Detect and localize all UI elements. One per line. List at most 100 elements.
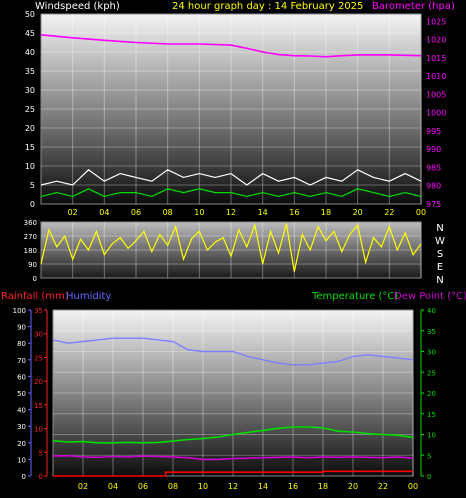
time-tick-label: 06 bbox=[138, 482, 148, 491]
barometer-tick-label: 1015 bbox=[426, 54, 446, 63]
time-tick-label: 02 bbox=[68, 208, 78, 217]
direction-tick-label: 90 bbox=[28, 261, 37, 269]
direction-tick-label: 0 bbox=[33, 275, 37, 283]
temperature-time-axis: 02 04 06 08 10 12 14 16 18 20 22 00 bbox=[78, 482, 418, 491]
graph-date-title: 24 hour graph day : 14 February 2025 bbox=[172, 1, 363, 12]
time-tick-label: 16 bbox=[288, 482, 298, 491]
humidity-tick-label: 30 bbox=[17, 423, 26, 431]
direction-tick-label: 360 bbox=[24, 219, 37, 227]
time-tick-label: 10 bbox=[194, 208, 204, 217]
humidity-tick-label: 80 bbox=[17, 340, 26, 348]
windspeed-tick-label: 50 bbox=[25, 10, 35, 19]
weather-graph-canvas: Windspeed (kph) 24 hour graph day : 14 F… bbox=[1, 1, 466, 491]
windspeed-tick-label: 10 bbox=[25, 162, 35, 171]
time-tick-label: 20 bbox=[348, 482, 358, 491]
humidity-axis: 0 10 20 30 40 50 60 70 80 90 100 bbox=[13, 307, 32, 481]
time-tick-label: 02 bbox=[78, 482, 88, 491]
rainfall-tick-label: 30 bbox=[34, 331, 43, 339]
humidity-tick-label: 90 bbox=[17, 324, 26, 332]
temperature-tick-label: 5 bbox=[427, 452, 431, 460]
barometer-tick-label: 980 bbox=[426, 182, 441, 191]
time-tick-label: 00 bbox=[416, 208, 426, 217]
temperature-axis: 0 5 10 15 20 25 30 35 40 bbox=[420, 307, 436, 481]
time-tick-label: 22 bbox=[384, 208, 394, 217]
time-tick-label: 14 bbox=[258, 482, 268, 491]
barometer-tick-label: 1005 bbox=[426, 90, 446, 99]
humidity-tick-label: 0 bbox=[22, 473, 26, 481]
barometer-tick-label: 990 bbox=[426, 145, 441, 154]
direction-tick-label: 180 bbox=[24, 247, 37, 255]
windspeed-tick-label: 15 bbox=[25, 143, 35, 152]
humidity-tick-label: 100 bbox=[13, 307, 26, 315]
time-tick-label: 20 bbox=[353, 208, 363, 217]
windspeed-axis: 0 5 10 15 20 25 30 35 40 45 50 bbox=[25, 10, 35, 209]
rainfall-tick-label: 10 bbox=[34, 426, 43, 434]
barometer-axis: 975 980 985 990 995 1000 1005 1010 1015 1020 1025 bbox=[426, 17, 446, 209]
dewpoint-title: Dew Point (°C) bbox=[394, 291, 466, 302]
time-tick-label: 08 bbox=[168, 482, 178, 491]
rainfall-tick-label: 0 bbox=[39, 473, 43, 481]
time-tick-label: 04 bbox=[99, 208, 109, 217]
time-tick-label: 18 bbox=[321, 208, 331, 217]
barometer-title: Barometer (hpa) bbox=[372, 1, 455, 12]
windspeed-tick-label: 20 bbox=[25, 124, 35, 133]
rainfall-axis: 0 5 10 15 20 25 30 35 bbox=[34, 307, 48, 481]
time-tick-label: 00 bbox=[408, 482, 418, 491]
rainfall-tick-label: 25 bbox=[34, 354, 43, 362]
compass-label-n-bottom: N bbox=[436, 275, 443, 286]
humidity-title: Humidity bbox=[66, 291, 111, 302]
compass-label-s: S bbox=[437, 249, 443, 260]
temperature-title: Temperature (°C) bbox=[311, 291, 398, 302]
wind-direction-panel: 0 90 180 270 360 N W S E N bbox=[24, 219, 445, 286]
compass-labels: N W S E N bbox=[435, 223, 445, 286]
wind-direction-axis: 0 90 180 270 360 bbox=[24, 219, 37, 283]
humidity-tick-label: 60 bbox=[17, 373, 26, 381]
barometer-tick-label: 1020 bbox=[426, 36, 446, 45]
temperature-tick-label: 20 bbox=[427, 390, 436, 398]
wind-barometer-panel: 05101520253035404550 9759809859909951000… bbox=[25, 10, 447, 217]
rainfall-title: Rainfall (mm) bbox=[1, 291, 69, 302]
direction-tick-label: 270 bbox=[24, 233, 37, 241]
time-tick-label: 06 bbox=[131, 208, 141, 217]
temperature-humidity-panel: 0 10 20 30 40 50 60 70 80 90 100 0 5 10 15 20 25 30 35 0 5… bbox=[13, 307, 436, 491]
humidity-tick-label: 40 bbox=[17, 407, 26, 415]
windspeed-tick-label: 30 bbox=[25, 86, 35, 95]
humidity-tick-label: 20 bbox=[17, 440, 26, 448]
temperature-tick-label: 30 bbox=[427, 349, 436, 357]
humidity-tick-label: 50 bbox=[17, 390, 26, 398]
time-tick-label: 16 bbox=[289, 208, 299, 217]
rainfall-tick-label: 35 bbox=[34, 307, 43, 315]
temperature-tick-label: 35 bbox=[427, 328, 436, 336]
barometer-tick-label: 1010 bbox=[426, 72, 446, 81]
temperature-tick-label: 15 bbox=[427, 411, 436, 419]
windspeed-tick-label: 35 bbox=[25, 67, 35, 76]
windspeed-tick-label: 5 bbox=[30, 181, 35, 190]
humidity-tick-label: 10 bbox=[17, 456, 26, 464]
humidity-tick-label: 70 bbox=[17, 357, 26, 365]
time-tick-label: 22 bbox=[378, 482, 388, 491]
rainfall-tick-label: 15 bbox=[34, 402, 43, 410]
windspeed-tick-label: 25 bbox=[25, 105, 35, 114]
windspeed-tick-label: 0 bbox=[30, 200, 35, 209]
time-tick-label: 12 bbox=[226, 208, 236, 217]
time-tick-label: 14 bbox=[258, 208, 268, 217]
temperature-tick-label: 10 bbox=[427, 432, 436, 440]
barometer-tick-label: 995 bbox=[426, 127, 441, 136]
time-tick-label: 04 bbox=[108, 482, 118, 491]
time-tick-label: 08 bbox=[163, 208, 173, 217]
temperature-tick-label: 40 bbox=[427, 307, 436, 315]
barometer-tick-label: 975 bbox=[426, 200, 441, 209]
barometer-tick-label: 1000 bbox=[426, 109, 446, 118]
temperature-tick-label: 0 bbox=[427, 473, 431, 481]
temperature-tick-label: 25 bbox=[427, 369, 436, 377]
rainfall-tick-label: 5 bbox=[39, 449, 43, 457]
time-tick-label: 10 bbox=[198, 482, 208, 491]
rainfall-tick-label: 20 bbox=[34, 378, 43, 386]
time-tick-label: 18 bbox=[318, 482, 328, 491]
windspeed-title: Windspeed (kph) bbox=[35, 1, 120, 12]
compass-label-e: E bbox=[437, 262, 443, 273]
barometer-tick-label: 985 bbox=[426, 163, 441, 172]
compass-label-w: W bbox=[435, 236, 445, 247]
windspeed-tick-label: 40 bbox=[25, 48, 35, 57]
time-tick-label: 12 bbox=[228, 482, 238, 491]
